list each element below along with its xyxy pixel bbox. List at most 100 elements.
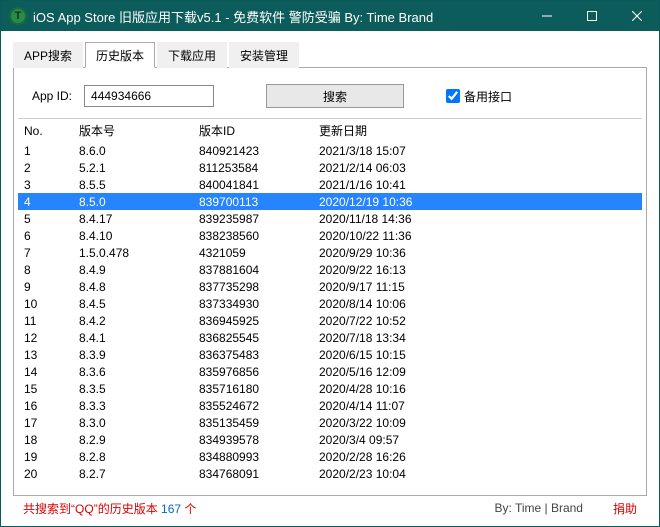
cell-vid: 835135459 — [193, 414, 313, 431]
table-row[interactable]: 208.2.78347680912020/2/23 10:04 — [18, 465, 642, 482]
backup-label: 备用接口 — [464, 88, 512, 105]
cell-version: 8.5.0 — [73, 193, 193, 210]
cell-vid: 840921423 — [193, 142, 313, 159]
table-row[interactable]: 168.3.38355246722020/4/14 11:07 — [18, 397, 642, 414]
cell-no: 18 — [18, 431, 73, 448]
maximize-button[interactable] — [569, 1, 614, 31]
cell-no: 8 — [18, 261, 73, 278]
cell-vid: 836945925 — [193, 312, 313, 329]
minimize-button[interactable] — [524, 1, 569, 31]
tab-app-search[interactable]: APP搜索 — [13, 42, 83, 68]
cell-vid: 836825545 — [193, 329, 313, 346]
cell-vid: 834768091 — [193, 465, 313, 482]
search-button[interactable]: 搜索 — [266, 84, 404, 108]
table-row[interactable]: 98.4.88377352982020/9/17 11:15 — [18, 278, 642, 295]
cell-version: 8.3.0 — [73, 414, 193, 431]
cell-date: 2021/1/16 10:41 — [313, 176, 642, 193]
cell-date: 2020/4/28 10:16 — [313, 380, 642, 397]
table-row[interactable]: 48.5.08397001132020/12/19 10:36 — [18, 193, 642, 210]
history-panel: App ID: 搜索 备用接口 No. 版本号 — [13, 68, 647, 496]
cell-version: 8.2.8 — [73, 448, 193, 465]
cell-date: 2020/3/22 10:09 — [313, 414, 642, 431]
appid-label: App ID: — [32, 89, 72, 103]
cell-vid: 837735298 — [193, 278, 313, 295]
table-row[interactable]: 108.4.58373349302020/8/14 10:06 — [18, 295, 642, 312]
col-header-date[interactable]: 更新日期 — [313, 119, 642, 142]
cell-version: 8.6.0 — [73, 142, 193, 159]
cell-version: 5.2.1 — [73, 159, 193, 176]
cell-vid: 4321059 — [193, 244, 313, 261]
cell-vid: 834880993 — [193, 448, 313, 465]
tab-download[interactable]: 下载应用 — [157, 42, 227, 68]
table-row[interactable]: 25.2.18112535842021/2/14 06:03 — [18, 159, 642, 176]
cell-no: 13 — [18, 346, 73, 363]
status-credit: By: Time | Brand — [495, 501, 583, 515]
table-row[interactable]: 38.5.58400418412021/1/16 10:41 — [18, 176, 642, 193]
cell-date: 2020/9/17 11:15 — [313, 278, 642, 295]
col-header-no[interactable]: No. — [18, 119, 73, 142]
cell-no: 17 — [18, 414, 73, 431]
cell-version: 8.4.9 — [73, 261, 193, 278]
table-row[interactable]: 71.5.0.47843210592020/9/29 10:36 — [18, 244, 642, 261]
table-row[interactable]: 68.4.108382385602020/10/22 11:36 — [18, 227, 642, 244]
cell-date: 2021/2/14 06:03 — [313, 159, 642, 176]
table-row[interactable]: 148.3.68359768562020/5/16 12:09 — [18, 363, 642, 380]
cell-date: 2020/7/22 10:52 — [313, 312, 642, 329]
cell-version: 8.4.8 — [73, 278, 193, 295]
cell-no: 15 — [18, 380, 73, 397]
appid-input[interactable] — [84, 85, 214, 107]
cell-no: 14 — [18, 363, 73, 380]
cell-version: 8.3.9 — [73, 346, 193, 363]
version-table: No. 版本号 版本ID 更新日期 18.6.08409214232021/3/… — [18, 119, 642, 482]
cell-no: 7 — [18, 244, 73, 261]
cell-date: 2020/6/15 10:15 — [313, 346, 642, 363]
cell-no: 12 — [18, 329, 73, 346]
tab-history[interactable]: 历史版本 — [85, 42, 155, 68]
cell-date: 2020/12/19 10:36 — [313, 193, 642, 210]
window-title: iOS App Store 旧版应用下载v5.1 - 免费软件 警防受骗 By:… — [33, 7, 524, 26]
cell-vid: 835716180 — [193, 380, 313, 397]
table-row[interactable]: 58.4.178392359872020/11/18 14:36 — [18, 210, 642, 227]
cell-vid: 839235987 — [193, 210, 313, 227]
cell-no: 10 — [18, 295, 73, 312]
table-row[interactable]: 118.4.28369459252020/7/22 10:52 — [18, 312, 642, 329]
table-row[interactable]: 128.4.18368255452020/7/18 13:34 — [18, 329, 642, 346]
close-button[interactable] — [614, 1, 659, 31]
cell-date: 2020/9/22 16:13 — [313, 261, 642, 278]
table-row[interactable]: 198.2.88348809932020/2/28 16:26 — [18, 448, 642, 465]
cell-vid: 840041841 — [193, 176, 313, 193]
cell-no: 20 — [18, 465, 73, 482]
cell-version: 8.4.1 — [73, 329, 193, 346]
table-row[interactable]: 88.4.98378816042020/9/22 16:13 — [18, 261, 642, 278]
table-row[interactable]: 18.6.08409214232021/3/18 15:07 — [18, 142, 642, 159]
cell-no: 4 — [18, 193, 73, 210]
col-header-version[interactable]: 版本号 — [73, 119, 193, 142]
backup-checkbox[interactable] — [446, 89, 460, 103]
cell-no: 19 — [18, 448, 73, 465]
donate-link[interactable]: 捐助 — [613, 500, 637, 517]
table-row[interactable]: 188.2.98349395782020/3/4 09:57 — [18, 431, 642, 448]
table-row[interactable]: 138.3.98363754832020/6/15 10:15 — [18, 346, 642, 363]
cell-vid: 838238560 — [193, 227, 313, 244]
tab-install[interactable]: 安装管理 — [229, 42, 299, 68]
table-row[interactable]: 178.3.08351354592020/3/22 10:09 — [18, 414, 642, 431]
cell-date: 2020/5/16 12:09 — [313, 363, 642, 380]
cell-version: 8.3.5 — [73, 380, 193, 397]
cell-no: 11 — [18, 312, 73, 329]
cell-vid: 835524672 — [193, 397, 313, 414]
backup-checkbox-wrap[interactable]: 备用接口 — [446, 88, 512, 105]
cell-vid: 837334930 — [193, 295, 313, 312]
cell-version: 8.4.5 — [73, 295, 193, 312]
cell-no: 16 — [18, 397, 73, 414]
cell-version: 8.3.6 — [73, 363, 193, 380]
cell-version: 8.2.9 — [73, 431, 193, 448]
cell-date: 2020/4/14 11:07 — [313, 397, 642, 414]
cell-date: 2020/3/4 09:57 — [313, 431, 642, 448]
cell-version: 8.2.7 — [73, 465, 193, 482]
table-row[interactable]: 158.3.58357161802020/4/28 10:16 — [18, 380, 642, 397]
cell-no: 9 — [18, 278, 73, 295]
col-header-vid[interactable]: 版本ID — [193, 119, 313, 142]
version-table-wrap[interactable]: No. 版本号 版本ID 更新日期 18.6.08409214232021/3/… — [18, 118, 642, 491]
cell-vid: 811253584 — [193, 159, 313, 176]
cell-version: 1.5.0.478 — [73, 244, 193, 261]
